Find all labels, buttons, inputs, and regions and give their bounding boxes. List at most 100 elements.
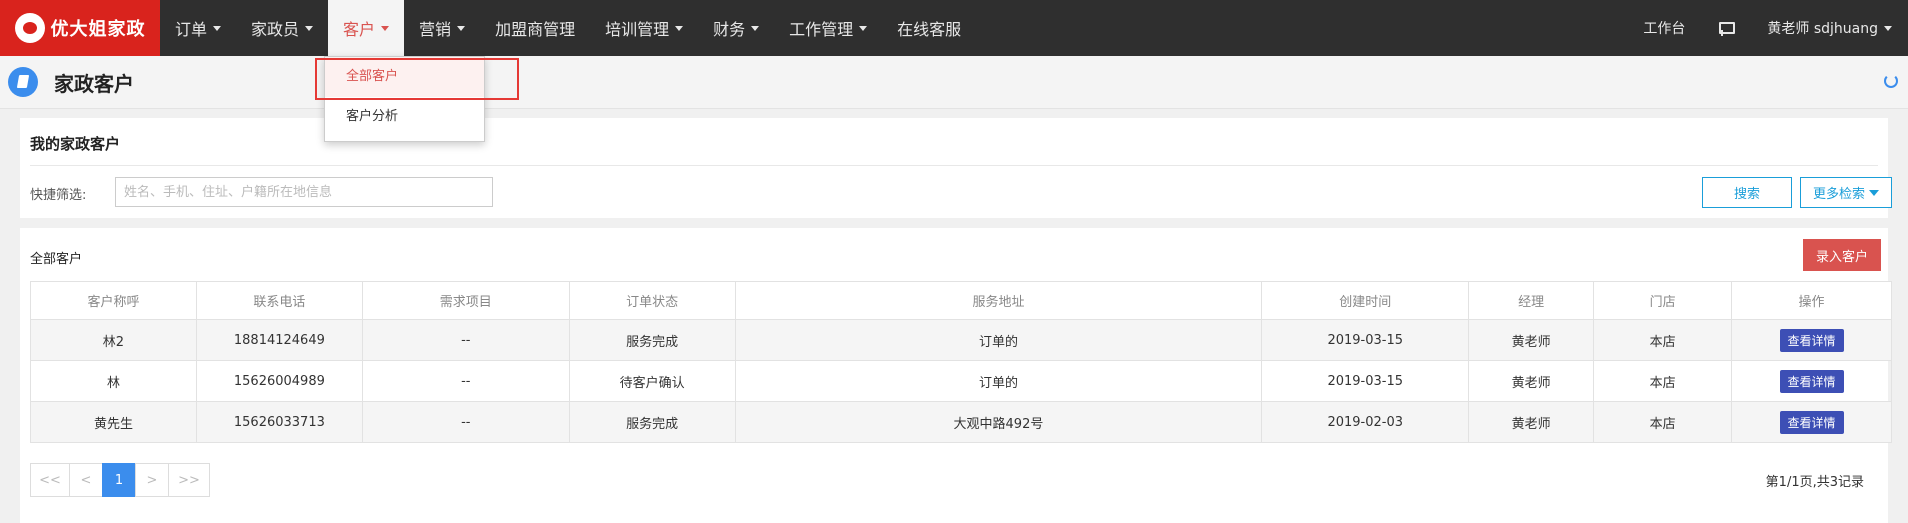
cell-address: 订单的 (734, 319, 1263, 361)
nav-item-finance[interactable]: 财务 (698, 0, 774, 56)
cell-manager: 黄老师 (1468, 319, 1595, 361)
current-page-button[interactable]: 1 (102, 463, 136, 497)
cell-address: 大观中路492号 (734, 401, 1263, 443)
cell-created: 2019-03-15 (1261, 360, 1470, 402)
cell-phone: 18814124649 (195, 319, 363, 361)
cell-store: 本店 (1593, 401, 1733, 443)
column-header: 客户称呼 (30, 281, 197, 320)
user-name: 黄老师 sdjhuang (1767, 21, 1878, 37)
view-details-button[interactable]: 查看详情 (1779, 410, 1844, 434)
cell-name: 林2 (30, 319, 197, 361)
caret-down-icon (305, 25, 314, 31)
divider (30, 165, 1878, 166)
nav-item-franchise[interactable]: 加盟商管理 (480, 0, 590, 56)
table-row: 林 15626004989 -- 待客户确认 订单的 2019-03-15 黄老… (30, 360, 1892, 402)
flag-icon (1717, 20, 1736, 36)
nav-item-online-service[interactable]: 在线客服 (882, 0, 976, 56)
column-header: 操作 (1731, 281, 1892, 320)
navbar-right: 工作台 黄老师 sdjhuang (1627, 0, 1908, 56)
table-row: 林2 18814124649 -- 服务完成 订单的 2019-03-15 黄老… (30, 319, 1892, 361)
add-customer-button[interactable]: 录入客户 (1803, 239, 1881, 271)
cell-actions: 查看详情 (1731, 401, 1892, 443)
cell-order-status: 待客户确认 (568, 360, 736, 402)
nav-item-label: 订单 (175, 20, 208, 39)
cell-manager: 黄老师 (1468, 401, 1595, 443)
nav-item-housekeepers[interactable]: 家政员 (236, 0, 328, 56)
filter-panel: 我的家政客户 快捷筛选: 搜索 更多检索 (20, 118, 1892, 218)
column-header: 经理 (1468, 281, 1595, 320)
nav-item-work[interactable]: 工作管理 (774, 0, 882, 56)
view-details-button[interactable]: 查看详情 (1779, 328, 1844, 352)
more-search-button[interactable]: 更多检索 (1800, 177, 1892, 208)
last-page-button[interactable]: >> (168, 463, 210, 497)
quick-filter-label: 快捷筛选: (30, 188, 87, 203)
cell-phone: 15626033713 (195, 401, 363, 443)
nav-item-label: 家政员 (251, 20, 300, 39)
table-row: 黄先生 15626033713 -- 服务完成 大观中路492号 2019-02… (30, 401, 1892, 443)
column-header: 订单状态 (568, 281, 736, 320)
cell-order-status: 服务完成 (568, 401, 736, 443)
nav-item-customers[interactable]: 客户 (328, 0, 405, 56)
more-search-label: 更多检索 (1812, 187, 1865, 202)
cell-demand: -- (361, 360, 570, 402)
cell-phone: 15626004989 (195, 360, 363, 402)
cell-demand: -- (361, 319, 570, 361)
first-page-button[interactable]: << (30, 463, 70, 497)
main-menu: 订单 家政员 客户 营销 加盟商管理 培训管理 财务 工作管理 在线客服 (160, 0, 976, 56)
column-header: 联系电话 (195, 281, 363, 320)
cell-name: 林 (30, 360, 197, 402)
nav-item-label: 加盟商管理 (495, 20, 576, 39)
top-navbar: 优大姐家政 订单 家政员 客户 营销 加盟商管理 培训管理 财务 工作管理 在线… (0, 0, 1908, 56)
brand-logo[interactable]: 优大姐家政 (0, 0, 160, 56)
table-header-row: 客户称呼 联系电话 需求项目 订单状态 服务地址 创建时间 经理 门店 操作 (30, 281, 1892, 320)
nav-item-label: 营销 (419, 20, 452, 39)
notification-button[interactable] (1701, 20, 1751, 36)
caret-down-icon (1884, 25, 1892, 31)
caret-down-icon (381, 25, 390, 31)
nav-item-label: 财务 (713, 20, 746, 39)
pagination-info: 第1/1页,共3记录 (1765, 475, 1864, 490)
mascot-icon (14, 13, 45, 43)
quick-filter-input[interactable] (115, 177, 493, 207)
prev-page-button[interactable]: < (69, 463, 103, 497)
column-header: 需求项目 (361, 281, 570, 320)
cell-order-status: 服务完成 (568, 319, 736, 361)
list-title: 全部客户 (30, 252, 83, 267)
nav-item-training[interactable]: 培训管理 (590, 0, 698, 56)
cell-actions: 查看详情 (1731, 319, 1892, 361)
cell-name: 黄先生 (30, 401, 197, 443)
nav-item-label: 工作管理 (789, 20, 854, 39)
filter-panel-title: 我的家政客户 (30, 135, 121, 153)
cell-store: 本店 (1593, 360, 1733, 402)
cell-store: 本店 (1593, 319, 1733, 361)
column-header: 门店 (1593, 281, 1733, 320)
nav-item-marketing[interactable]: 营销 (404, 0, 480, 56)
page-title: 家政客户 (54, 71, 134, 96)
dropdown-item-customer-analysis[interactable]: 客户分析 (325, 97, 484, 137)
cell-created: 2019-03-15 (1261, 319, 1470, 361)
brand-logo-text: 优大姐家政 (50, 19, 146, 40)
nav-item-label: 客户 (343, 20, 376, 39)
selection-highlight (315, 58, 519, 100)
search-button[interactable]: 搜索 (1702, 177, 1792, 208)
user-menu[interactable]: 黄老师 sdjhuang (1751, 18, 1908, 38)
page-header: 家政客户 (0, 56, 1908, 109)
nav-item-label: 在线客服 (897, 20, 962, 39)
view-details-button[interactable]: 查看详情 (1779, 369, 1844, 393)
refresh-icon[interactable] (1884, 74, 1898, 88)
nav-item-orders[interactable]: 订单 (160, 0, 236, 56)
book-icon (8, 67, 38, 97)
caret-down-icon (751, 25, 760, 31)
next-page-button[interactable]: > (135, 463, 169, 497)
column-header: 服务地址 (734, 281, 1263, 320)
caret-down-icon (213, 25, 222, 31)
workbench-link[interactable]: 工作台 (1627, 18, 1701, 38)
customer-list-panel: 全部客户 录入客户 客户称呼 联系电话 需求项目 订单状态 服务地址 创建时间 … (20, 228, 1892, 523)
caret-down-icon (675, 25, 684, 31)
column-header: 创建时间 (1261, 281, 1470, 320)
customer-table: 客户称呼 联系电话 需求项目 订单状态 服务地址 创建时间 经理 门店 操作 林… (30, 281, 1892, 443)
cell-demand: -- (361, 401, 570, 443)
caret-down-icon (457, 25, 466, 31)
caret-down-icon (859, 25, 868, 31)
cell-actions: 查看详情 (1731, 360, 1892, 402)
